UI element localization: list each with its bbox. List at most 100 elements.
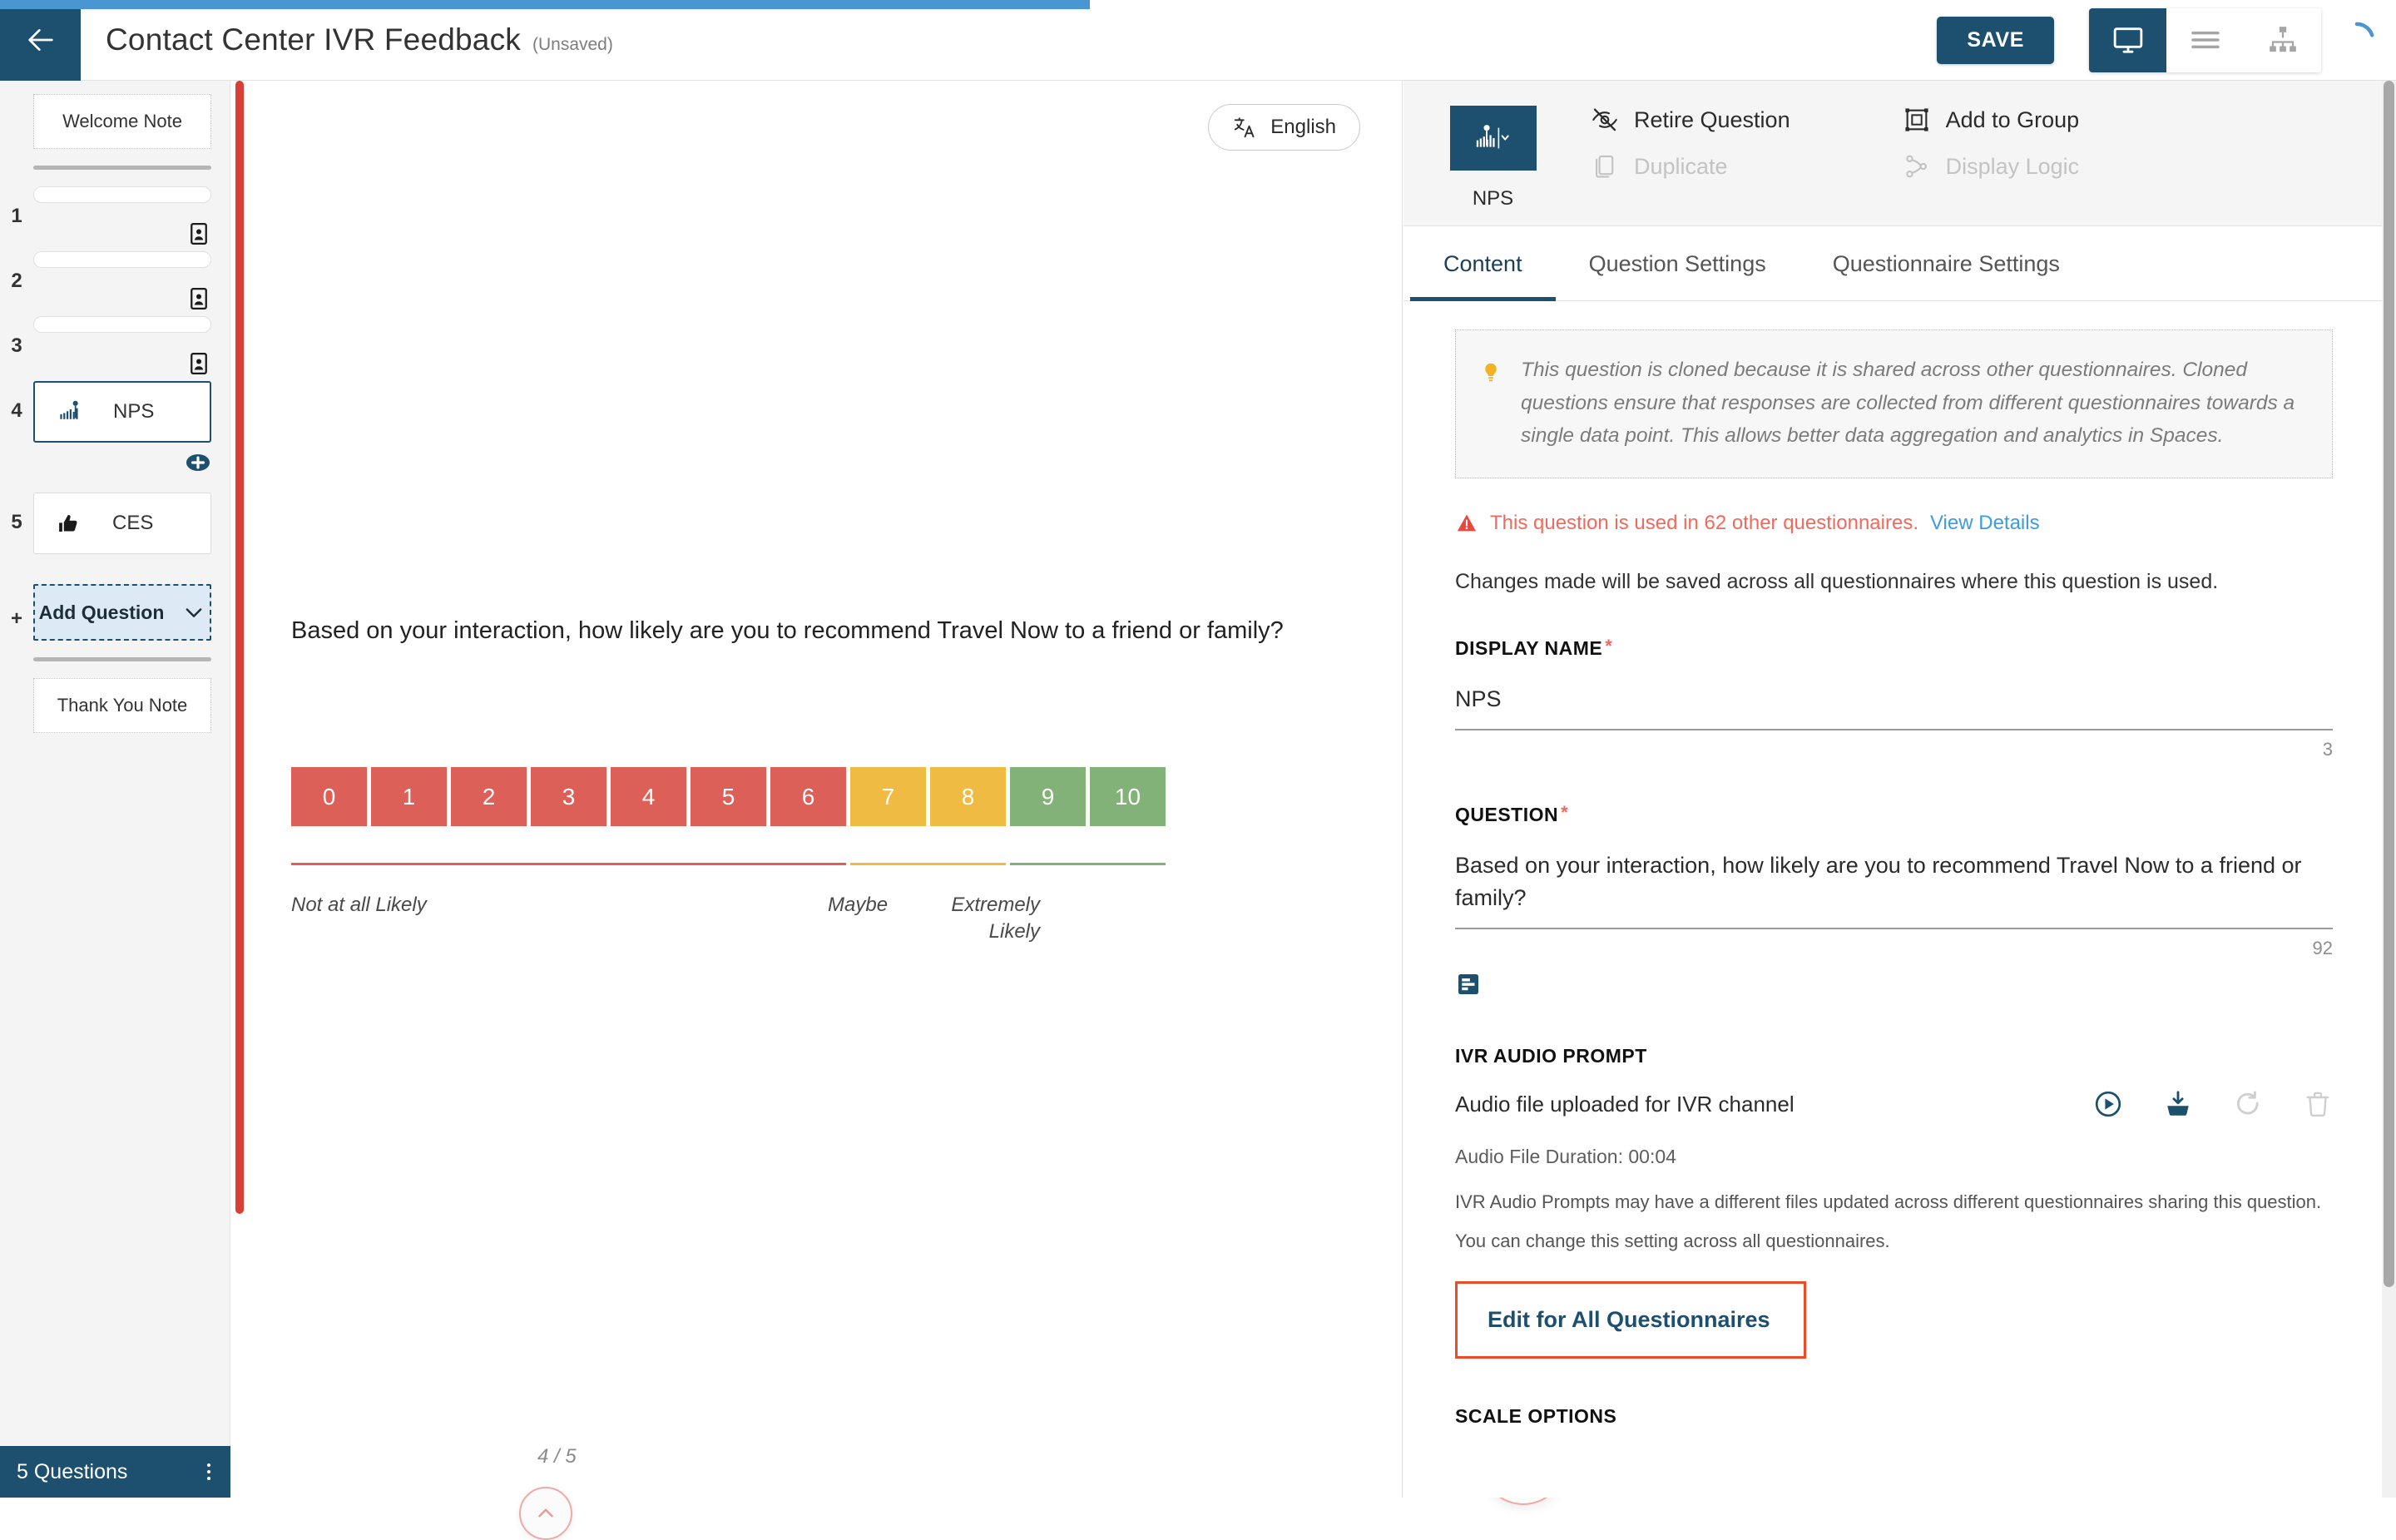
app-header: Contact Center IVR Feedback (Unsaved) SA… <box>0 0 2396 81</box>
title-group: Contact Center IVR Feedback (Unsaved) <box>106 22 613 57</box>
sidebar-scroll-area: Welcome Note 1 2 3 4 NPS 5 CES + Add Que… <box>0 81 230 1472</box>
display-logic-button[interactable]: Display Logic <box>1903 152 2080 181</box>
add-to-group-label: Add to Group <box>1945 106 2080 132</box>
warning-triangle-icon <box>1457 514 1477 532</box>
status-bar: 5 Questions <box>0 1446 230 1498</box>
translate-icon <box>1235 117 1255 138</box>
nps-scale-option-0[interactable]: 0 <box>291 767 367 826</box>
nps-scale-option-1[interactable]: 1 <box>371 767 447 826</box>
edit-for-all-questionnaires-label: Edit for All Questionnaires <box>1488 1307 1770 1333</box>
nps-scale-option-7[interactable]: 7 <box>850 767 926 826</box>
question-char-count: 92 <box>2312 938 2333 959</box>
question-icon-row <box>33 221 211 246</box>
list-item[interactable]: 1 <box>0 186 230 246</box>
question-number: 1 <box>11 205 22 227</box>
thumbs-up-icon <box>56 511 87 536</box>
tree-view-toggle[interactable] <box>2244 7 2321 72</box>
loading-spinner-icon <box>2354 22 2374 37</box>
collapsed-question-card[interactable] <box>33 251 211 268</box>
nps-scale-option-3[interactable]: 3 <box>531 767 606 826</box>
question-count-label: 5 Questions <box>17 1459 128 1483</box>
tab-content[interactable]: Content <box>1410 226 1556 301</box>
list-view-icon <box>2191 31 2220 49</box>
desktop-preview-icon <box>2113 27 2142 53</box>
tree-view-icon <box>2269 27 2296 52</box>
question-type-selector[interactable] <box>1449 106 1537 171</box>
audio-duration-label: Audio File Duration: 00:04 <box>1455 1146 1676 1168</box>
scale-underline-passive <box>850 863 1006 865</box>
nps-scale-option-6[interactable]: 6 <box>770 767 846 826</box>
clone-info-box: This question is cloned because it is sh… <box>1455 329 2333 479</box>
thank-you-note-item[interactable]: Thank You Note <box>33 678 211 733</box>
kebab-menu-icon[interactable] <box>207 1463 210 1480</box>
collapsed-question-card[interactable] <box>33 186 211 203</box>
audio-file-row: Audio file uploaded for IVR channel <box>1455 1089 2333 1119</box>
add-question-label: Add Question <box>38 601 165 623</box>
list-item[interactable]: 3 <box>0 316 230 376</box>
display-name-char-count: 3 <box>2322 739 2333 760</box>
nps-chart-icon <box>1476 125 1509 149</box>
add-circle-icon[interactable] <box>185 449 211 476</box>
refresh-icon <box>2236 1091 2259 1115</box>
sidebar-divider-top <box>33 166 211 170</box>
welcome-note-item[interactable]: Welcome Note <box>33 94 211 149</box>
duplicate-button[interactable]: Duplicate <box>1591 152 1790 181</box>
display-name-label-text: DISPLAY NAME <box>1455 637 1603 660</box>
sidebar-item-nps[interactable]: 4 NPS <box>0 381 230 488</box>
nps-scale-option-8[interactable]: 8 <box>930 767 1006 826</box>
clone-info-text: This question is cloned because it is sh… <box>1521 359 2295 448</box>
previous-question-button[interactable] <box>519 1487 572 1540</box>
tab-questionnaire-settings[interactable]: Questionnaire Settings <box>1799 226 2093 301</box>
chevron-up-icon <box>538 1508 553 1518</box>
preview-progress-rail <box>235 81 244 1214</box>
unsaved-status-label: (Unsaved) <box>532 35 613 54</box>
scale-label-middle: Maybe <box>828 894 889 916</box>
audio-help-line-1: IVR Audio Prompts may have a different f… <box>1455 1191 2322 1213</box>
question-editor-panel: NPS Retire Question Duplicate Add to Gro… <box>1403 81 2384 1498</box>
play-icon[interactable] <box>2093 1089 2123 1119</box>
text-format-icon[interactable] <box>1455 971 1482 998</box>
retire-question-label: Retire Question <box>1634 106 1790 132</box>
upload-icon[interactable] <box>2163 1089 2193 1119</box>
question-list-sidebar: Welcome Note 1 2 3 4 NPS 5 CES + Add Que… <box>0 81 230 1498</box>
retire-question-button[interactable]: Retire Question <box>1591 106 1790 134</box>
scale-underline-promoter <box>1010 863 1166 865</box>
audio-file-name: Audio file uploaded for IVR channel <box>1455 1091 1795 1117</box>
language-selector[interactable]: English <box>1208 104 1360 151</box>
scrollbar-thumb[interactable] <box>2384 81 2394 1287</box>
nps-scale-option-5[interactable]: 5 <box>691 767 766 826</box>
scale-options-label: SCALE OPTIONS <box>1455 1405 1617 1428</box>
question-card-nps[interactable]: NPS <box>33 381 211 443</box>
desktop-preview-toggle[interactable] <box>2089 7 2166 72</box>
right-panel-scrollbar[interactable] <box>2382 81 2396 1498</box>
display-name-input[interactable]: NPS <box>1455 683 2333 731</box>
edit-for-all-questionnaires-button[interactable]: Edit for All Questionnaires <box>1455 1281 1806 1359</box>
list-item[interactable]: 2 <box>0 251 230 311</box>
insert-question-row <box>33 449 211 476</box>
view-details-link[interactable]: View Details <box>1930 512 2040 535</box>
ivr-audio-prompt-label: IVR AUDIO PROMPT <box>1455 1045 1647 1067</box>
tab-question-settings[interactable]: Question Settings <box>1556 226 1799 301</box>
save-button[interactable]: SAVE <box>1937 16 2054 64</box>
branch-logic-icon <box>1905 155 1927 178</box>
nps-scale-option-2[interactable]: 2 <box>451 767 527 826</box>
add-question-button[interactable]: Add Question <box>33 584 211 641</box>
list-view-toggle[interactable] <box>2166 7 2244 72</box>
question-card-ces[interactable]: CES <box>33 493 211 554</box>
nps-scale-option-9[interactable]: 9 <box>1010 767 1086 826</box>
sidebar-item-ces[interactable]: 5 CES <box>0 493 230 554</box>
editor-content: This question is cloned because it is sh… <box>1403 301 2384 1428</box>
nps-scale-option-4[interactable]: 4 <box>611 767 686 826</box>
nps-scale-option-10[interactable]: 10 <box>1090 767 1166 826</box>
add-to-group-button[interactable]: Add to Group <box>1903 106 2080 134</box>
scale-underline-detractor <box>291 863 846 865</box>
collapsed-question-card[interactable] <box>33 316 211 333</box>
back-button[interactable] <box>0 0 81 81</box>
usage-warning: This question is used in 62 other questi… <box>1455 512 2333 535</box>
nps-chart-icon <box>57 399 88 424</box>
nps-scale-labels: Not at all Likely Maybe Extremely Likely <box>291 892 1131 967</box>
nps-scale-underline <box>291 863 1170 865</box>
question-input[interactable]: Based on your interaction, how likely ar… <box>1455 849 2333 930</box>
sidebar-divider-bottom <box>33 657 211 661</box>
scale-label-left: Not at all Likely <box>291 894 427 916</box>
